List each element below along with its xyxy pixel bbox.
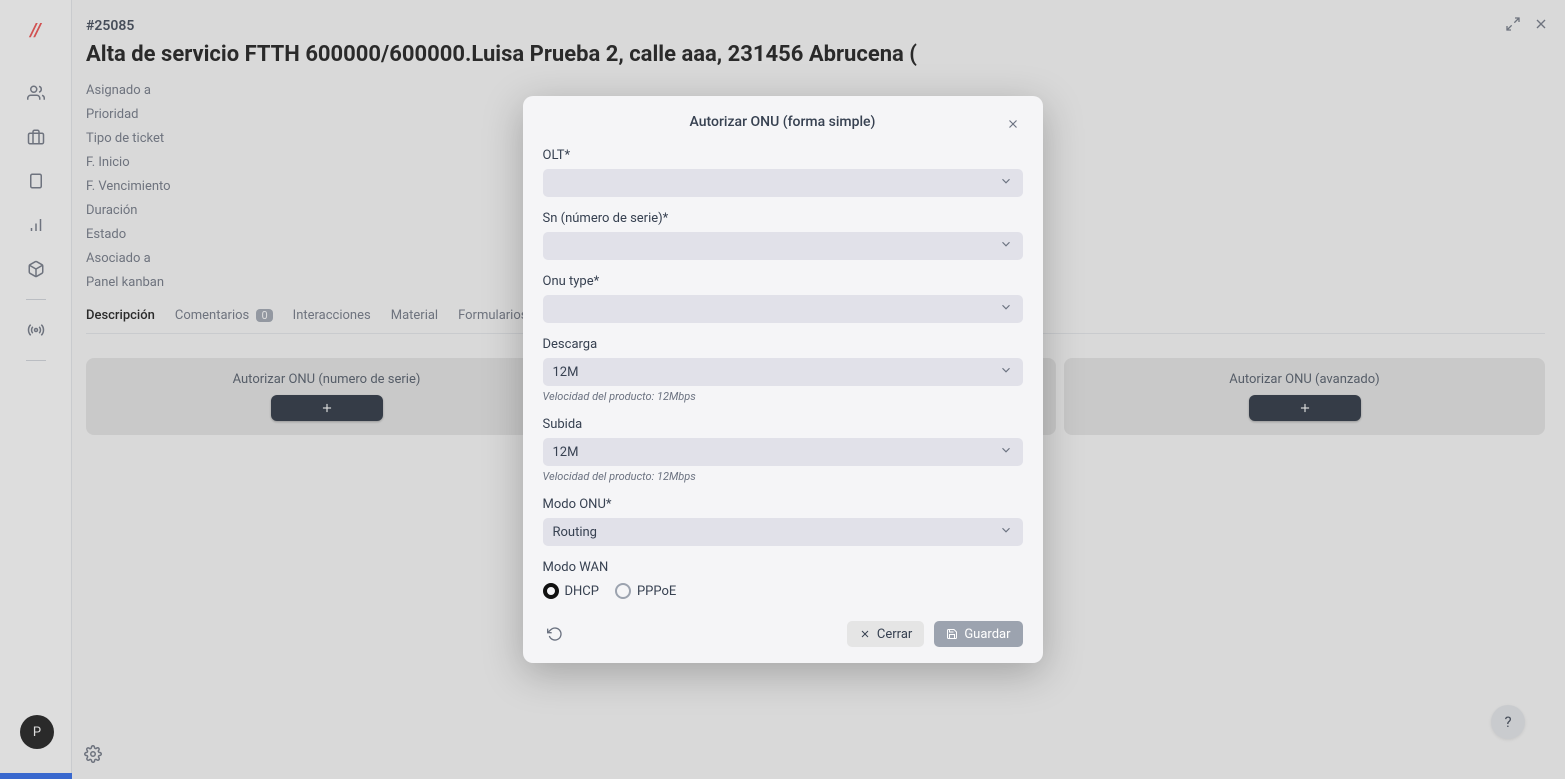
- descarga-helper: Velocidad del producto: 12Mbps: [543, 390, 1023, 403]
- modo-wan-label: Modo WAN: [543, 560, 1023, 575]
- subida-select[interactable]: 12M: [543, 438, 1023, 466]
- chevron-down-icon: [999, 443, 1013, 461]
- olt-label: OLT*: [543, 148, 1023, 163]
- modo-wan-radios: DHCP PPPoE: [543, 583, 1023, 599]
- olt-select[interactable]: [543, 169, 1023, 197]
- save-button[interactable]: Guardar: [934, 621, 1022, 647]
- modo-onu-label: Modo ONU*: [543, 497, 1023, 512]
- descarga-select[interactable]: 12M: [543, 358, 1023, 386]
- close-icon[interactable]: [1003, 114, 1023, 134]
- radio-circle-icon: [615, 583, 631, 599]
- modo-onu-value: Routing: [553, 525, 597, 540]
- authorize-onu-modal: Autorizar ONU (forma simple) OLT* Sn (nú…: [523, 96, 1043, 663]
- modo-onu-select[interactable]: Routing: [543, 518, 1023, 546]
- onu-type-label: Onu type*: [543, 274, 1023, 289]
- onu-type-select[interactable]: [543, 295, 1023, 323]
- descarga-label: Descarga: [543, 337, 1023, 352]
- reset-icon[interactable]: [543, 622, 567, 646]
- chevron-down-icon: [999, 300, 1013, 318]
- close-button[interactable]: Cerrar: [847, 621, 924, 647]
- radio-dhcp[interactable]: DHCP: [543, 583, 599, 599]
- sn-select[interactable]: [543, 232, 1023, 260]
- modal-overlay: Autorizar ONU (forma simple) OLT* Sn (nú…: [0, 0, 1565, 779]
- chevron-down-icon: [999, 523, 1013, 541]
- save-button-label: Guardar: [964, 627, 1010, 642]
- radio-pppoe-label: PPPoE: [637, 584, 676, 599]
- close-button-label: Cerrar: [877, 627, 912, 642]
- subida-label: Subida: [543, 417, 1023, 432]
- chevron-down-icon: [999, 174, 1013, 192]
- modal-header: Autorizar ONU (forma simple): [543, 114, 1023, 148]
- chevron-down-icon: [999, 363, 1013, 381]
- descarga-value: 12M: [553, 365, 579, 380]
- radio-pppoe[interactable]: PPPoE: [615, 583, 676, 599]
- subida-helper: Velocidad del producto: 12Mbps: [543, 470, 1023, 483]
- sn-label: Sn (número de serie)*: [543, 211, 1023, 226]
- radio-circle-icon: [543, 583, 559, 599]
- modal-footer: Cerrar Guardar: [543, 621, 1023, 647]
- modal-title: Autorizar ONU (forma simple): [690, 114, 876, 130]
- subida-value: 12M: [553, 445, 579, 460]
- radio-dhcp-label: DHCP: [565, 584, 599, 599]
- chevron-down-icon: [999, 237, 1013, 255]
